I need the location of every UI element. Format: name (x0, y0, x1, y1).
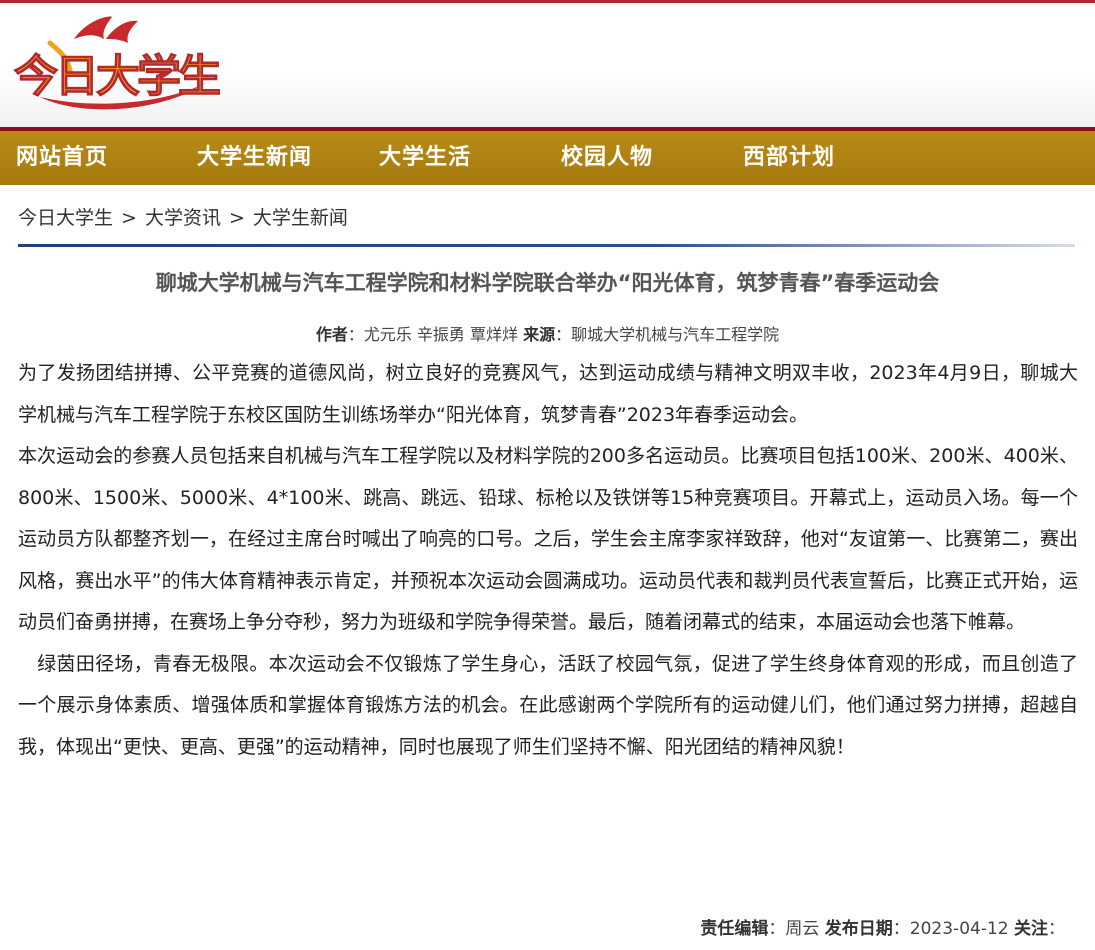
article-paragraph: 绿茵田径场，青春无极限。本次运动会不仅锻炼了学生身心，活跃了校园气氛，促进了学生… (18, 652, 1078, 758)
source-label: 来源 (523, 325, 556, 344)
breadcrumb-divider (18, 244, 1075, 247)
nav-item-western-plan[interactable]: 西部计划 (743, 143, 835, 173)
article-body: 为了发扬团结拼搏、公平竞赛的道德风尚，树立良好的竞赛风气，达到运动成绩与精神文明… (18, 353, 1078, 768)
main-nav: 网站首页 大学生新闻 大学生活 校园人物 西部计划 (0, 127, 1095, 185)
breadcrumb-home[interactable]: 今日大学生 (18, 207, 113, 229)
editor-label: 责任编辑 (700, 919, 769, 939)
nav-item-student-news[interactable]: 大学生新闻 (197, 143, 312, 173)
nav-item-student-life[interactable]: 大学生活 (379, 143, 471, 173)
site-logo[interactable]: 今日大学生 (10, 9, 220, 121)
site-header: 今日大学生 (0, 3, 1095, 127)
breadcrumb-university-info[interactable]: 大学资讯 (145, 207, 221, 229)
logo-text: 今日大学生 (14, 51, 220, 102)
nav-item-campus-people[interactable]: 校园人物 (561, 143, 653, 173)
author-label: 作者 (315, 325, 348, 344)
article-title: 聊城大学机械与汽车工程学院和材料学院联合举办“阳光体育，筑梦青春”春季运动会 (155, 271, 940, 295)
date-label: 发布日期 (824, 919, 893, 939)
breadcrumb-separator: > (228, 207, 245, 229)
article-paragraph: 为了发扬团结拼搏、公平竞赛的道德风尚，树立良好的竞赛风气，达到运动成绩与精神文明… (18, 362, 1078, 426)
breadcrumb-separator: > (121, 207, 137, 229)
article-meta: 作者：尤元乐 辛振勇 覃烊烊 来源：聊城大学机械与汽车工程学院 (315, 325, 780, 344)
article-editor: 周云 (785, 919, 820, 939)
article-paragraph: 本次运动会的参赛人员包括来自机械与汽车工程学院以及材料学院的200多名运动员。比… (18, 445, 1078, 633)
article-date: 2023-04-12 (909, 919, 1009, 939)
article-footer-meta: 责任编辑：周云 发布日期：2023-04-12 关注： (700, 919, 1065, 939)
breadcrumb: 今日大学生 > 大学资讯 > 大学生新闻 (18, 205, 348, 231)
article-authors: 尤元乐 辛振勇 覃烊烊 (363, 325, 519, 344)
follow-label[interactable]: 关注 (1014, 919, 1048, 939)
article-source: 聊城大学机械与汽车工程学院 (571, 325, 780, 344)
breadcrumb-student-news[interactable]: 大学生新闻 (253, 207, 348, 229)
nav-item-home[interactable]: 网站首页 (16, 143, 108, 173)
